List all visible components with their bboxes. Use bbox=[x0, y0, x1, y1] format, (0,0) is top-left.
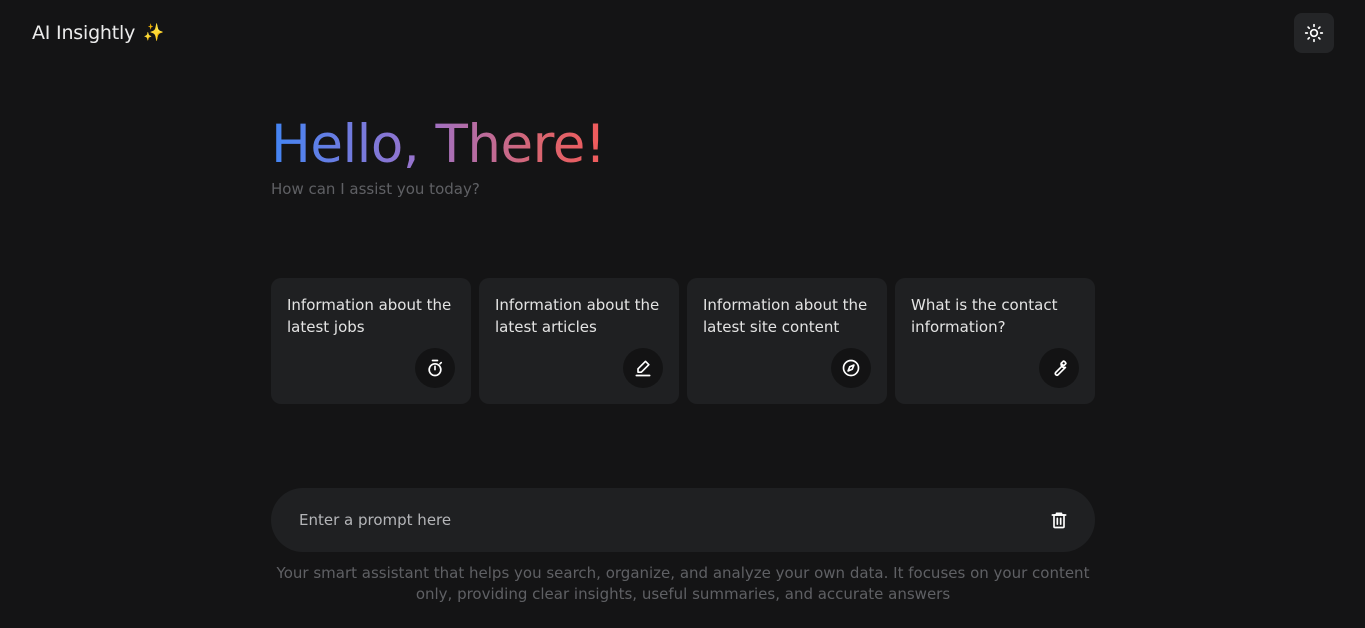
timer-icon bbox=[415, 348, 455, 388]
suggestion-text: Information about the latest site conten… bbox=[703, 296, 868, 336]
suggestion-text: Information about the latest articles bbox=[495, 296, 660, 336]
greeting-subtitle: How can I assist you today? bbox=[271, 180, 480, 198]
sparkle-icon: ✨ bbox=[143, 23, 165, 43]
suggestion-card-contact[interactable]: What is the contact information? bbox=[895, 278, 1095, 404]
trash-icon bbox=[1051, 512, 1067, 529]
sun-icon bbox=[1304, 23, 1324, 43]
app-title-text: AI Insightly bbox=[32, 22, 136, 44]
app-root: AI Insightly ✨ Hello, There! How can I a… bbox=[0, 0, 1365, 628]
compass-icon bbox=[831, 348, 871, 388]
prompt-bar bbox=[271, 488, 1095, 552]
suggestion-list: Information about the latest jobs Inform… bbox=[271, 278, 1095, 404]
pencil-icon bbox=[623, 348, 663, 388]
greeting-title: Hello, There! bbox=[271, 112, 606, 178]
suggestion-text: What is the contact information? bbox=[911, 296, 1058, 336]
clear-chat-button[interactable] bbox=[1043, 504, 1075, 536]
suggestion-card-jobs[interactable]: Information about the latest jobs bbox=[271, 278, 471, 404]
wrench-icon bbox=[1039, 348, 1079, 388]
disclaimer-text: Your smart assistant that helps you sear… bbox=[276, 564, 1090, 603]
app-title: AI Insightly ✨ bbox=[32, 22, 164, 44]
prompt-input[interactable] bbox=[299, 511, 1043, 529]
suggestion-card-articles[interactable]: Information about the latest articles bbox=[479, 278, 679, 404]
suggestion-text: Information about the latest jobs bbox=[287, 296, 452, 336]
theme-toggle-button[interactable] bbox=[1294, 13, 1334, 53]
suggestion-card-site-content[interactable]: Information about the latest site conten… bbox=[687, 278, 887, 404]
